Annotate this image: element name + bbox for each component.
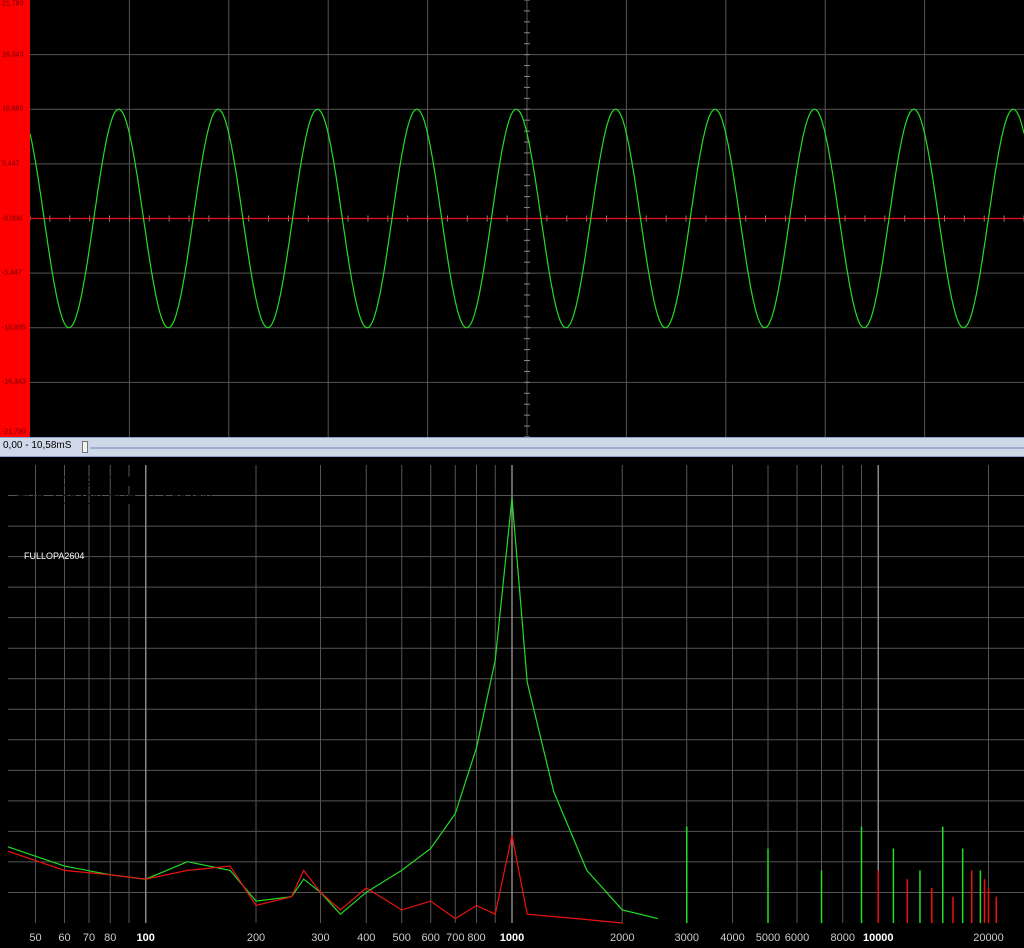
frequency-tick-label: 10000 (862, 932, 894, 944)
frequency-tick-label: 2000 (610, 932, 635, 944)
legend-green-channel: D/A On (984, 8, 1020, 20)
spectrum-trace-green (8, 498, 658, 920)
legend-red-channel: D/A On (984, 24, 1020, 36)
oscilloscope-panel: 21,790 16,343 10,895 5,447 -0,000 -5,447 -10,8… (0, 0, 1024, 437)
trace-name-label: FULLOPA2604 (24, 551, 85, 561)
scope-y-tick: -16,343 (2, 378, 26, 386)
spectrum-panel: THD 0.0142% THD+N 0.0459% THD 4.0940% TH… (0, 457, 1024, 948)
scope-y-tick: -10,895 (2, 324, 26, 332)
thd-readout-green: THD 0.0142% THD+N 0.0459% (17, 473, 215, 489)
frequency-tick-label: 80 (104, 932, 117, 944)
scope-y-tick: 5,447 (2, 160, 20, 168)
frequency-axis: 50 60 70 80 100 200 300 400 500 600 700 800 1000 2000… (0, 931, 1024, 948)
frequency-tick-label: 60 (58, 932, 71, 944)
frequency-tick-label: 8000 (830, 932, 855, 944)
scope-y-tick: -5,447 (2, 269, 22, 277)
frequency-tick-label: 100 (136, 932, 155, 944)
frequency-tick-label: 50 (29, 932, 42, 944)
frequency-tick-label: 400 (357, 932, 376, 944)
frequency-tick-label: 70 (82, 932, 96, 944)
frequency-tick-label: 600 (421, 932, 440, 944)
time-scroll-track[interactable] (90, 447, 1024, 449)
frequency-tick-label: 800 (467, 932, 486, 944)
frequency-tick-label: 20000 (973, 932, 1004, 944)
spectrum-plot[interactable] (8, 465, 1024, 931)
scope-y-tick: 16,343 (2, 51, 24, 59)
frequency-tick-label: 3000 (674, 932, 699, 944)
spectrum-trace-red (8, 835, 623, 924)
thd-readout-red: THD 4.0940% THD+N 4.0940% (17, 491, 215, 507)
frequency-tick-label: 6000 (784, 932, 810, 944)
frequency-tick-label: 1000 (499, 932, 525, 944)
frequency-tick-label: 500 (392, 932, 411, 944)
scope-y-axis: 21,790 16,343 10,895 5,447 -0,000 -5,447 -10,8… (0, 0, 30, 437)
scope-plot[interactable] (30, 0, 1024, 437)
scope-y-tick: -21,790 (2, 428, 26, 436)
time-scroll-thumb[interactable] (82, 441, 88, 453)
time-range-bar: 0,00 - 10,58mS (0, 437, 1024, 457)
frequency-tick-label: 4000 (720, 932, 745, 944)
frequency-tick-label: 5000 (755, 932, 781, 944)
scope-y-tick: 10,895 (2, 105, 24, 113)
frequency-tick-label: 300 (311, 932, 330, 944)
frequency-tick-label: 700 (446, 932, 465, 944)
frequency-tick-label: 200 (246, 932, 266, 944)
scope-y-tick: -0,000 (2, 215, 22, 222)
time-range-label: 0,00 - 10,58mS (3, 440, 72, 451)
scope-y-tick: 21,790 (2, 0, 24, 8)
